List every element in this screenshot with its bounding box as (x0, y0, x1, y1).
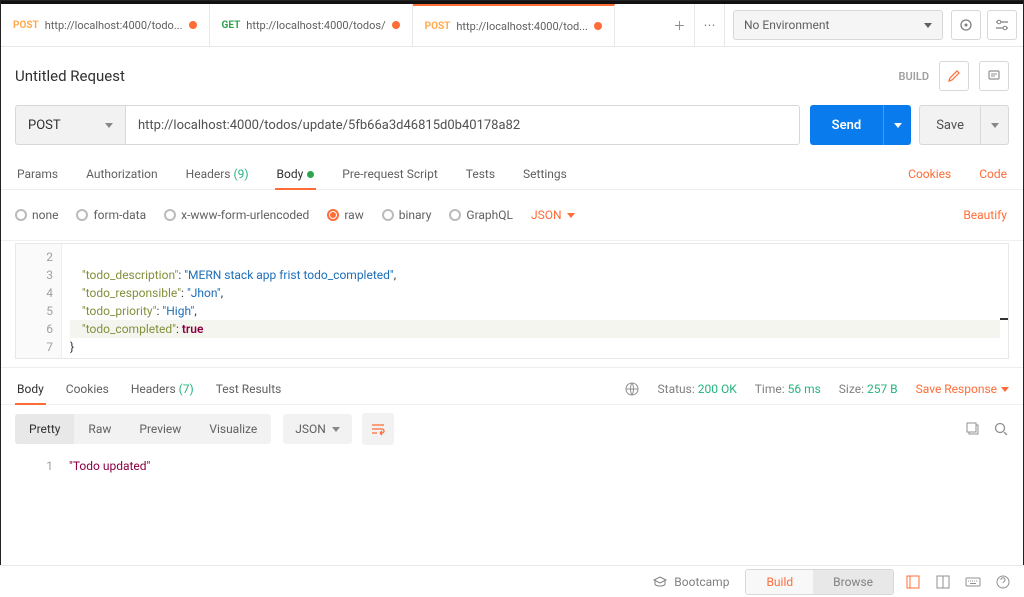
settings-button[interactable] (987, 10, 1017, 40)
keyboard-icon[interactable] (962, 571, 984, 593)
cookies-link[interactable]: Cookies (906, 159, 953, 189)
tab-settings[interactable]: Settings (521, 159, 569, 189)
request-tabs: Params Authorization Headers (9) Body Pr… (1, 153, 1023, 190)
env-label: No Environment (744, 18, 829, 32)
edit-button[interactable] (939, 61, 969, 91)
body-binary[interactable]: binary (382, 208, 432, 222)
tab-authorization[interactable]: Authorization (84, 159, 160, 189)
search-response-button[interactable] (993, 421, 1009, 437)
new-tab-button[interactable]: ＋ (665, 4, 695, 46)
help-icon[interactable] (992, 571, 1014, 593)
request-tab-0[interactable]: POST http://localhost:4000/todo... (1, 4, 210, 46)
modified-dot-icon (307, 171, 314, 178)
method-value: POST (28, 118, 61, 133)
unsaved-dot-icon (189, 21, 197, 29)
response-body-editor[interactable]: 1 "Todo updated" (15, 453, 1009, 583)
response-tabs: Body Cookies Headers (7) Test Results St… (1, 367, 1023, 404)
chevron-down-icon (567, 213, 575, 218)
body-format-picker[interactable]: JSON (531, 208, 575, 222)
tab-params[interactable]: Params (15, 159, 60, 189)
response-format-picker[interactable]: JSON (283, 414, 352, 444)
request-body-editor[interactable]: 2 3 4 5 6 7 "todo_description": "MERN st… (15, 243, 1009, 359)
request-title: Untitled Request (15, 67, 889, 85)
beautify-link[interactable]: Beautify (961, 200, 1009, 230)
method-badge: GET (222, 20, 241, 31)
top-tab-bar: POST http://localhost:4000/todo... GET h… (1, 4, 1023, 47)
chevron-down-icon (924, 23, 932, 28)
body-none[interactable]: none (15, 208, 58, 222)
copy-response-button[interactable] (965, 421, 981, 437)
tab-label: http://localhost:4000/tod... (456, 20, 588, 33)
chevron-down-icon (105, 123, 113, 128)
unsaved-dot-icon (392, 21, 400, 29)
globe-icon[interactable] (624, 381, 640, 397)
save-button[interactable]: Save (919, 105, 981, 145)
wrap-lines-button[interactable] (362, 413, 394, 445)
status-bar: Bootcamp Build Browse (0, 565, 1024, 597)
tab-headers[interactable]: Headers (9) (184, 159, 251, 189)
request-header: Untitled Request BUILD (1, 47, 1023, 97)
unsaved-dot-icon (594, 22, 602, 30)
two-pane-icon[interactable] (932, 571, 954, 593)
method-badge: POST (425, 21, 451, 32)
single-pane-icon[interactable] (902, 571, 924, 593)
resp-tab-testresults[interactable]: Test Results (214, 374, 284, 404)
url-input[interactable] (125, 105, 800, 145)
cursor-indicator (1000, 318, 1008, 320)
mode-build[interactable]: Build (746, 570, 813, 594)
body-formdata[interactable]: form-data (76, 208, 146, 222)
request-tab-2[interactable]: POST http://localhost:4000/tod... (413, 4, 615, 46)
method-badge: POST (13, 20, 39, 31)
env-quicklook-button[interactable] (951, 10, 981, 40)
environment-selector[interactable]: No Environment (733, 10, 943, 40)
build-label: BUILD (899, 70, 929, 83)
bootcamp-button[interactable]: Bootcamp (652, 574, 729, 590)
tab-prerequest[interactable]: Pre-request Script (340, 159, 439, 189)
request-tab-1[interactable]: GET http://localhost:4000/todos/ (210, 4, 413, 46)
view-raw[interactable]: Raw (74, 414, 125, 444)
send-button[interactable]: Send (810, 105, 884, 145)
save-response-button[interactable]: Save Response (916, 382, 1009, 396)
tab-overflow-button[interactable]: ⋯ (695, 4, 725, 46)
send-dropdown[interactable] (883, 105, 911, 145)
tab-label: http://localhost:4000/todos/ (246, 19, 385, 32)
status-label: Status: 200 OK (658, 382, 737, 396)
resp-tab-cookies[interactable]: Cookies (64, 374, 111, 404)
body-raw[interactable]: raw (327, 208, 363, 222)
view-preview[interactable]: Preview (125, 414, 195, 444)
graduation-icon (652, 574, 668, 590)
tab-body[interactable]: Body (275, 159, 317, 189)
mode-browse[interactable]: Browse (813, 570, 893, 594)
view-visualize[interactable]: Visualize (195, 414, 271, 444)
tab-tests[interactable]: Tests (464, 159, 497, 189)
body-graphql[interactable]: GraphQL (449, 208, 513, 222)
body-urlencoded[interactable]: x-www-form-urlencoded (164, 208, 309, 222)
size-label: Size: 257 B (839, 382, 898, 396)
resp-tab-headers[interactable]: Headers (7) (129, 374, 196, 404)
view-pretty[interactable]: Pretty (15, 414, 74, 444)
url-row: POST Send Save (1, 97, 1023, 153)
method-selector[interactable]: POST (15, 105, 125, 145)
time-label: Time: 56 ms (755, 382, 821, 396)
body-type-row: none form-data x-www-form-urlencoded raw… (1, 190, 1023, 241)
comments-button[interactable] (979, 61, 1009, 91)
save-dropdown[interactable] (981, 105, 1009, 145)
response-view-options: Pretty Raw Preview Visualize JSON (1, 404, 1023, 453)
resp-tab-body[interactable]: Body (15, 374, 46, 404)
code-link[interactable]: Code (977, 159, 1009, 189)
tab-label: http://localhost:4000/todo... (45, 19, 183, 32)
